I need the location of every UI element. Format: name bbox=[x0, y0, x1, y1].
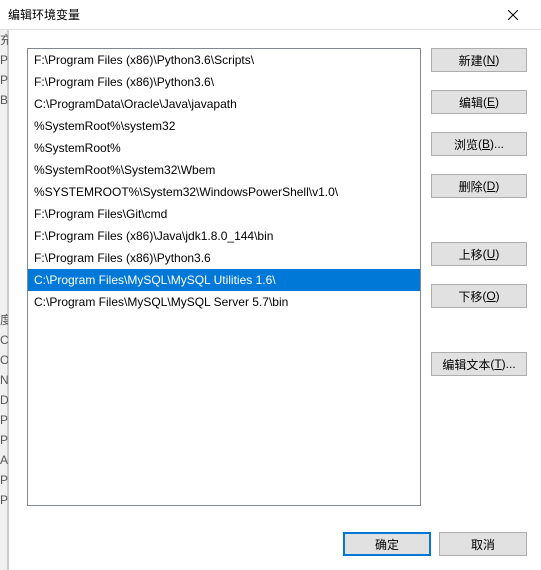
dialog-body: F:\Program Files (x86)\Python3.6\Scripts… bbox=[8, 30, 541, 570]
footer-buttons: 确定 取消 bbox=[343, 532, 527, 556]
list-item[interactable]: %SystemRoot%\System32\Wbem bbox=[28, 159, 420, 181]
side-buttons: 新建(N) 编辑(E) 浏览(B)... 删除(D) 上移(U) 下移(O) bbox=[431, 48, 527, 506]
list-item[interactable]: %SYSTEMROOT%\System32\WindowsPowerShell\… bbox=[28, 181, 420, 203]
close-button[interactable] bbox=[493, 0, 533, 30]
list-item[interactable]: %SystemRoot%\system32 bbox=[28, 115, 420, 137]
list-item[interactable]: C:\Program Files\MySQL\MySQL Server 5.7\… bbox=[28, 291, 420, 313]
list-item[interactable]: F:\Program Files (x86)\Python3.6 bbox=[28, 247, 420, 269]
close-icon bbox=[508, 10, 518, 20]
list-item[interactable]: C:\Program Files\MySQL\MySQL Utilities 1… bbox=[28, 269, 420, 291]
list-item[interactable]: C:\ProgramData\Oracle\Java\javapath bbox=[28, 93, 420, 115]
titlebar: 编辑环境变量 bbox=[0, 0, 541, 30]
move-up-button[interactable]: 上移(U) bbox=[431, 242, 527, 266]
cancel-button[interactable]: 取消 bbox=[439, 532, 527, 556]
list-item[interactable]: F:\Program Files (x86)\Python3.6\Scripts… bbox=[28, 49, 420, 71]
path-listbox[interactable]: F:\Program Files (x86)\Python3.6\Scripts… bbox=[27, 48, 421, 506]
window-title: 编辑环境变量 bbox=[8, 6, 493, 23]
browse-button[interactable]: 浏览(B)... bbox=[431, 132, 527, 156]
move-down-button[interactable]: 下移(O) bbox=[431, 284, 527, 308]
list-item[interactable]: F:\Program Files\Git\cmd bbox=[28, 203, 420, 225]
edit-text-button[interactable]: 编辑文本(T)... bbox=[431, 352, 527, 376]
edit-button[interactable]: 编辑(E) bbox=[431, 90, 527, 114]
list-item[interactable]: %SystemRoot% bbox=[28, 137, 420, 159]
new-button[interactable]: 新建(N) bbox=[431, 48, 527, 72]
list-item[interactable]: F:\Program Files (x86)\Python3.6\ bbox=[28, 71, 420, 93]
list-item[interactable]: F:\Program Files (x86)\Java\jdk1.8.0_144… bbox=[28, 225, 420, 247]
ok-button[interactable]: 确定 bbox=[343, 532, 431, 556]
delete-button[interactable]: 删除(D) bbox=[431, 174, 527, 198]
